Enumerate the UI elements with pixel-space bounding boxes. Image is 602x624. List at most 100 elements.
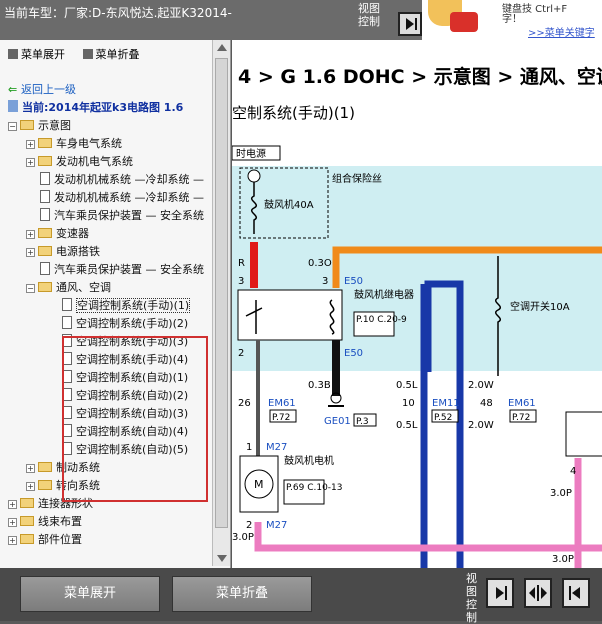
expand-toggle-icon[interactable]: +: [26, 158, 35, 167]
pin-label: 10: [402, 398, 415, 409]
ad-banner[interactable]: 键盘技 Ctrl+F 字！ >>菜单关键字: [422, 0, 602, 40]
tree-item-hvac[interactable]: − 通风、空调: [26, 280, 111, 296]
folder-icon: [38, 480, 52, 490]
page-ref: P.52: [434, 413, 452, 423]
expand-toggle-icon[interactable]: +: [26, 140, 35, 149]
scroll-up-icon[interactable]: [217, 44, 227, 51]
pin-label: 4: [570, 466, 576, 477]
expand-toggle-icon[interactable]: +: [8, 500, 17, 509]
ground-label: GE01: [324, 416, 351, 427]
nav-next-button[interactable]: [486, 578, 514, 608]
connector-label: EM61: [508, 398, 536, 409]
view-control-button[interactable]: [398, 12, 422, 36]
nav-prev-button[interactable]: [562, 578, 590, 608]
wire-color-label: 3.0P: [550, 488, 572, 499]
menu-icon: [82, 49, 93, 59]
relay-label: 鼓风机继电器: [354, 288, 414, 301]
folder-icon: [38, 156, 52, 166]
page-ref: P.3: [356, 417, 369, 427]
tree-item[interactable]: 发动机机械系统 —冷却系统 —: [40, 172, 204, 188]
menu-collapse[interactable]: 菜单折叠: [82, 48, 140, 61]
tree-item-root[interactable]: − 示意图: [8, 118, 71, 134]
relay-ref: P.10 C.20-9: [356, 315, 407, 325]
collapse-toggle-icon[interactable]: −: [8, 122, 17, 131]
sidebar-scrollbar[interactable]: [212, 40, 230, 566]
connector-label: M27: [266, 442, 287, 453]
component-box: [565, 411, 602, 457]
pin-label: 3: [238, 276, 244, 287]
expand-toggle-icon[interactable]: +: [8, 518, 17, 527]
folder-icon: [20, 516, 34, 526]
sidebar: 菜单展开 菜单折叠 ⇐ 返回上一级 当前:2014年起亚k3电路图 1.6 − 示…: [0, 40, 231, 568]
arrow-right-icon: [406, 18, 417, 30]
scroll-down-icon[interactable]: [217, 555, 227, 562]
pin-label: 2: [246, 520, 252, 531]
ad-text: 字！: [502, 14, 522, 25]
wire-color-label: R: [238, 258, 245, 269]
folder-icon: [20, 534, 34, 544]
relay-box: [237, 289, 343, 341]
connector-label: E50: [344, 348, 363, 359]
fit-width-icon: [529, 585, 547, 601]
top-bar: 当前车型：厂家:D-东风悦达.起亚K32014- 视图控制 键盘技 Ctrl+F…: [0, 0, 602, 40]
current-node: 当前:2014年起亚k3电路图 1.6: [8, 100, 183, 116]
collapse-toggle-icon[interactable]: −: [26, 284, 35, 293]
document-icon: [40, 208, 50, 221]
expand-toggle-icon[interactable]: +: [26, 482, 35, 491]
red-wire: [250, 242, 258, 288]
expand-toggle-icon[interactable]: +: [26, 464, 35, 473]
wire-color-label: 3.0P: [552, 554, 574, 565]
folder-open-icon: [38, 282, 52, 292]
wiring-diagram: 时电源 组合保险丝 鼓风机40A R 3 0.3O 3 E50 鼓风机继电器 P…: [232, 145, 602, 568]
menu-icon: [8, 49, 18, 59]
expand-toggle-icon[interactable]: +: [26, 230, 35, 239]
tree-item[interactable]: + 车身电气系统: [26, 136, 122, 152]
page-subtitle: 空制系统(手动)(1): [232, 104, 355, 122]
wire-color-label: 3.0P: [232, 532, 254, 543]
expand-toggle-icon[interactable]: +: [8, 536, 17, 545]
expand-menu-button[interactable]: 菜单展开: [20, 576, 160, 612]
tree-item[interactable]: + 变速器: [26, 226, 89, 242]
database-icon: [8, 100, 18, 112]
tree-item[interactable]: + 电源搭铁: [26, 244, 100, 260]
tree-item[interactable]: 汽车乘员保护装置 — 安全系统: [40, 262, 204, 278]
ad-link[interactable]: >>菜单关键字: [528, 24, 595, 39]
menu-expand[interactable]: 菜单展开: [8, 48, 65, 61]
pin-label: 1: [246, 442, 252, 453]
wire-color-label: 0.5L: [396, 420, 418, 431]
tree-item[interactable]: 发动机机械系统 —冷却系统 —: [40, 190, 204, 206]
back-link[interactable]: ⇐ 返回上一级: [8, 82, 76, 98]
tree-item-selected[interactable]: 空调控制系统(手动)(1): [62, 298, 191, 314]
sidebar-menu: 菜单展开 菜单折叠: [8, 46, 154, 62]
collapse-menu-button[interactable]: 菜单折叠: [172, 576, 312, 612]
tree-item[interactable]: + 发动机电气系统: [26, 154, 133, 170]
back-arrow-icon: ⇐: [8, 83, 22, 96]
wire-color-label: 0.5L: [396, 380, 418, 391]
wire-color-label: 2.0W: [468, 420, 494, 431]
folder-icon: [20, 498, 34, 508]
motor-symbol: M: [254, 478, 264, 491]
page-ref: P.72: [512, 413, 530, 423]
tree-item[interactable]: + 部件位置: [8, 532, 82, 548]
tree-item[interactable]: 空调控制系统(手动)(2): [62, 316, 188, 332]
wire-color-label: 0.3O: [308, 258, 332, 269]
view-control-label: 视图控制: [466, 572, 477, 624]
page-ref: P.72: [272, 413, 290, 423]
folder-icon: [38, 228, 52, 238]
motor-ref: P.69 C.10-13: [286, 483, 343, 493]
nav-fit-button[interactable]: [524, 578, 552, 608]
ad-red-shape-icon: [450, 12, 478, 32]
expand-toggle-icon[interactable]: +: [26, 248, 35, 257]
pink-wire: [254, 522, 602, 552]
tree-item[interactable]: 汽车乘员保护装置 — 安全系统: [40, 208, 204, 224]
pin-label: 26: [238, 398, 251, 409]
arrow-left-icon: [569, 586, 580, 600]
scroll-thumb[interactable]: [215, 58, 228, 528]
pin-label: 3: [322, 276, 328, 287]
folder-icon: [38, 246, 52, 256]
view-control-label: 视图控制: [358, 2, 380, 28]
bottom-bar: 菜单展开 菜单折叠 视图控制: [0, 568, 602, 624]
selection-highlight-box: [62, 336, 208, 502]
pin-label: 48: [480, 398, 493, 409]
tree-item[interactable]: + 线束布置: [8, 514, 82, 530]
